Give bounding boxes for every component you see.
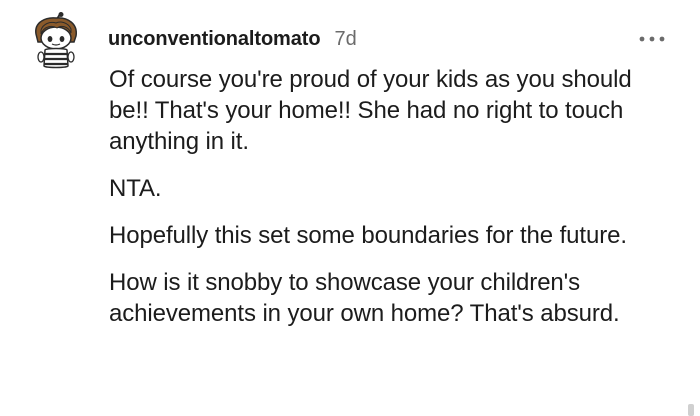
comment-author[interactable]: unconventionaltomato <box>108 28 321 51</box>
snoo-avatar-icon <box>35 12 77 69</box>
comment-body: Of course you're proud of your kids as y… <box>109 64 669 345</box>
comment-header: unconventionaltomato 7d <box>108 28 357 54</box>
scrollbar[interactable] <box>688 404 694 416</box>
comment-paragraph: Hopefully this set some boundaries for t… <box>109 222 627 249</box>
comment-paragraph: How is it snobby to showcase your childr… <box>109 269 620 327</box>
comment: unconventionaltomato 7d Of course you're… <box>0 0 700 416</box>
comment-timestamp: 7d <box>334 28 357 50</box>
comment-paragraph: Of course you're proud of your kids as y… <box>109 66 632 155</box>
more-options-icon <box>639 36 665 42</box>
comment-paragraph: NTA. <box>109 175 162 202</box>
avatar[interactable] <box>30 12 82 70</box>
more-options-button[interactable] <box>638 30 666 48</box>
